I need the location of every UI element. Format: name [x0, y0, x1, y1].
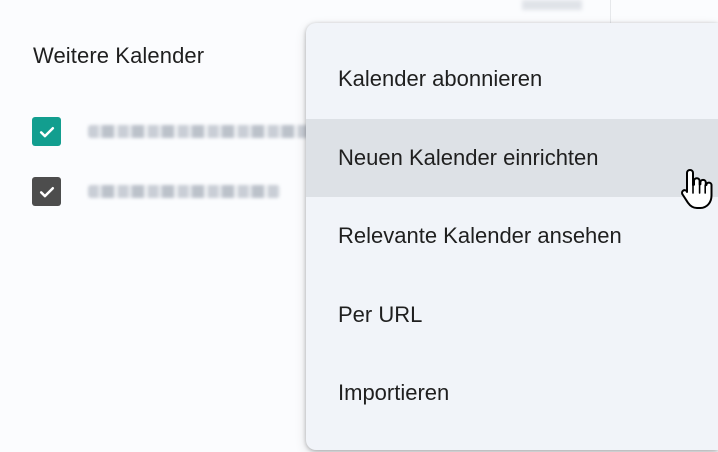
check-icon	[39, 126, 54, 137]
menu-item-subscribe[interactable]: Kalender abonnieren	[306, 40, 718, 118]
header-time-fragment	[522, 0, 582, 10]
hand-cursor-icon	[681, 169, 713, 209]
other-calendars-heading: Weitere Kalender	[33, 43, 205, 68]
menu-item-from-url[interactable]: Per URL	[306, 276, 718, 354]
calendar-list-item[interactable]	[32, 117, 312, 146]
menu-item-label: Per URL	[338, 302, 423, 327]
calendar-checkbox[interactable]	[32, 177, 61, 206]
calendar-checkbox[interactable]	[32, 117, 61, 146]
add-calendar-menu: Kalender abonnieren Neuen Kalender einri…	[306, 23, 718, 450]
menu-item-label: Neuen Kalender einrichten	[338, 145, 599, 170]
menu-item-label: Kalender abonnieren	[338, 66, 543, 91]
calendar-list-item[interactable]	[32, 177, 312, 206]
menu-item-browse-calendars[interactable]: Relevante Kalender ansehen	[306, 197, 718, 275]
menu-item-label: Relevante Kalender ansehen	[338, 223, 622, 248]
check-icon	[39, 186, 54, 197]
calendar-name-blurred	[88, 185, 280, 198]
menu-item-import[interactable]: Importieren	[306, 354, 718, 432]
menu-item-label: Importieren	[338, 380, 450, 405]
menu-item-create-calendar[interactable]: Neuen Kalender einrichten	[306, 119, 718, 197]
calendar-name-blurred	[88, 125, 310, 138]
